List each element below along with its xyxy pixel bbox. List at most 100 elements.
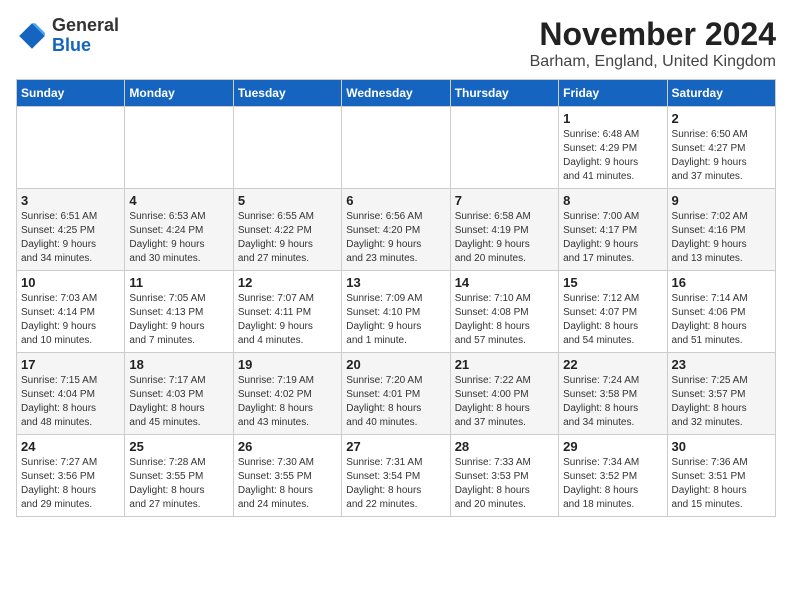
calendar-week-row: 1 Sunrise: 6:48 AM Sunset: 4:29 PM Daylig… — [17, 107, 776, 189]
day-number: 14 — [455, 275, 554, 290]
calendar-cell: 26 Sunrise: 7:30 AM Sunset: 3:55 PM Dayli… — [233, 435, 341, 517]
day-info: Sunrise: 6:48 AM Sunset: 4:29 PM Dayligh… — [563, 128, 662, 184]
day-info: Sunrise: 7:14 AM Sunset: 4:06 PM Dayligh… — [672, 292, 771, 348]
calendar-cell: 3 Sunrise: 6:51 AM Sunset: 4:25 PM Daylig… — [17, 189, 125, 271]
day-number: 29 — [563, 439, 662, 454]
day-number: 19 — [238, 357, 337, 372]
day-number: 10 — [21, 275, 120, 290]
weekday-header-saturday: Saturday — [667, 80, 775, 107]
day-info: Sunrise: 6:50 AM Sunset: 4:27 PM Dayligh… — [672, 128, 771, 184]
calendar-cell: 13Sunrise: 7:09 AM Sunset: 4:10 PM Dayli… — [342, 271, 450, 353]
calendar-cell: 27Sunrise: 7:31 AM Sunset: 3:54 PM Dayli… — [342, 435, 450, 517]
calendar-week-row: 24Sunrise: 7:27 AM Sunset: 3:56 PM Dayli… — [17, 435, 776, 517]
calendar-week-row: 3 Sunrise: 6:51 AM Sunset: 4:25 PM Daylig… — [17, 189, 776, 271]
day-info: Sunrise: 7:30 AM Sunset: 3:55 PM Dayligh… — [238, 456, 337, 512]
calendar-cell: 24Sunrise: 7:27 AM Sunset: 3:56 PM Dayli… — [17, 435, 125, 517]
day-info: Sunrise: 7:02 AM Sunset: 4:16 PM Dayligh… — [672, 210, 771, 266]
calendar-cell — [233, 107, 341, 189]
calendar-cell: 20 Sunrise: 7:20 AM Sunset: 4:01 PM Dayli… — [342, 353, 450, 435]
day-info: Sunrise: 7:17 AM Sunset: 4:03 PM Dayligh… — [129, 374, 228, 430]
calendar-table: SundayMondayTuesdayWednesdayThursdayFrid… — [16, 79, 776, 517]
day-info: Sunrise: 6:53 AM Sunset: 4:24 PM Dayligh… — [129, 210, 228, 266]
day-info: Sunrise: 7:34 AM Sunset: 3:52 PM Dayligh… — [563, 456, 662, 512]
day-number: 20 — [346, 357, 445, 372]
calendar-cell: 29 Sunrise: 7:34 AM Sunset: 3:52 PM Dayli… — [559, 435, 667, 517]
calendar-week-row: 10 Sunrise: 7:03 AM Sunset: 4:14 PM Dayli… — [17, 271, 776, 353]
calendar-cell: 1 Sunrise: 6:48 AM Sunset: 4:29 PM Daylig… — [559, 107, 667, 189]
weekday-header-friday: Friday — [559, 80, 667, 107]
calendar-cell: 21 Sunrise: 7:22 AM Sunset: 4:00 PM Dayli… — [450, 353, 558, 435]
calendar-cell: 17Sunrise: 7:15 AM Sunset: 4:04 PM Dayli… — [17, 353, 125, 435]
day-number: 18 — [129, 357, 228, 372]
day-number: 9 — [672, 193, 771, 208]
day-number: 27 — [346, 439, 445, 454]
calendar-cell — [17, 107, 125, 189]
day-number: 30 — [672, 439, 771, 454]
day-info: Sunrise: 7:00 AM Sunset: 4:17 PM Dayligh… — [563, 210, 662, 266]
day-info: Sunrise: 7:20 AM Sunset: 4:01 PM Dayligh… — [346, 374, 445, 430]
day-number: 15 — [563, 275, 662, 290]
weekday-header-monday: Monday — [125, 80, 233, 107]
calendar-cell: 16Sunrise: 7:14 AM Sunset: 4:06 PM Dayli… — [667, 271, 775, 353]
day-number: 25 — [129, 439, 228, 454]
day-info: Sunrise: 7:33 AM Sunset: 3:53 PM Dayligh… — [455, 456, 554, 512]
calendar-cell: 5 Sunrise: 6:55 AM Sunset: 4:22 PM Daylig… — [233, 189, 341, 271]
day-info: Sunrise: 7:10 AM Sunset: 4:08 PM Dayligh… — [455, 292, 554, 348]
day-info: Sunrise: 7:22 AM Sunset: 4:00 PM Dayligh… — [455, 374, 554, 430]
calendar-cell: 23 Sunrise: 7:25 AM Sunset: 3:57 PM Dayli… — [667, 353, 775, 435]
day-number: 17 — [21, 357, 120, 372]
logo-general: General — [52, 15, 119, 35]
calendar-cell — [450, 107, 558, 189]
day-info: Sunrise: 7:25 AM Sunset: 3:57 PM Dayligh… — [672, 374, 771, 430]
day-number: 2 — [672, 111, 771, 126]
calendar-week-row: 17Sunrise: 7:15 AM Sunset: 4:04 PM Dayli… — [17, 353, 776, 435]
day-number: 22 — [563, 357, 662, 372]
location-title: Barham, England, United Kingdom — [530, 53, 776, 71]
calendar-cell — [342, 107, 450, 189]
weekday-header-sunday: Sunday — [17, 80, 125, 107]
weekday-header-wednesday: Wednesday — [342, 80, 450, 107]
calendar-cell: 10 Sunrise: 7:03 AM Sunset: 4:14 PM Dayli… — [17, 271, 125, 353]
calendar-cell: 11 Sunrise: 7:05 AM Sunset: 4:13 PM Dayli… — [125, 271, 233, 353]
day-number: 4 — [129, 193, 228, 208]
calendar-cell: 19 Sunrise: 7:19 AM Sunset: 4:02 PM Dayli… — [233, 353, 341, 435]
weekday-header-row: SundayMondayTuesdayWednesdayThursdayFrid… — [17, 80, 776, 107]
day-info: Sunrise: 6:55 AM Sunset: 4:22 PM Dayligh… — [238, 210, 337, 266]
day-info: Sunrise: 6:51 AM Sunset: 4:25 PM Dayligh… — [21, 210, 120, 266]
calendar-cell: 4 Sunrise: 6:53 AM Sunset: 4:24 PM Daylig… — [125, 189, 233, 271]
calendar-cell: 9 Sunrise: 7:02 AM Sunset: 4:16 PM Daylig… — [667, 189, 775, 271]
logo: General Blue — [16, 16, 119, 56]
day-number: 3 — [21, 193, 120, 208]
day-number: 6 — [346, 193, 445, 208]
day-info: Sunrise: 7:27 AM Sunset: 3:56 PM Dayligh… — [21, 456, 120, 512]
day-info: Sunrise: 7:36 AM Sunset: 3:51 PM Dayligh… — [672, 456, 771, 512]
day-number: 28 — [455, 439, 554, 454]
day-info: Sunrise: 7:24 AM Sunset: 3:58 PM Dayligh… — [563, 374, 662, 430]
calendar-cell: 7Sunrise: 6:58 AM Sunset: 4:19 PM Daylig… — [450, 189, 558, 271]
day-number: 11 — [129, 275, 228, 290]
day-number: 13 — [346, 275, 445, 290]
day-number: 12 — [238, 275, 337, 290]
calendar-cell: 15 Sunrise: 7:12 AM Sunset: 4:07 PM Dayli… — [559, 271, 667, 353]
title-area: November 2024 Barham, England, United Ki… — [530, 16, 776, 71]
weekday-header-tuesday: Tuesday — [233, 80, 341, 107]
day-number: 5 — [238, 193, 337, 208]
day-info: Sunrise: 7:28 AM Sunset: 3:55 PM Dayligh… — [129, 456, 228, 512]
day-info: Sunrise: 7:03 AM Sunset: 4:14 PM Dayligh… — [21, 292, 120, 348]
day-info: Sunrise: 7:05 AM Sunset: 4:13 PM Dayligh… — [129, 292, 228, 348]
day-number: 1 — [563, 111, 662, 126]
day-number: 21 — [455, 357, 554, 372]
day-number: 23 — [672, 357, 771, 372]
day-info: Sunrise: 7:19 AM Sunset: 4:02 PM Dayligh… — [238, 374, 337, 430]
calendar-cell: 18 Sunrise: 7:17 AM Sunset: 4:03 PM Dayli… — [125, 353, 233, 435]
day-number: 7 — [455, 193, 554, 208]
day-info: Sunrise: 7:07 AM Sunset: 4:11 PM Dayligh… — [238, 292, 337, 348]
calendar-cell: 25 Sunrise: 7:28 AM Sunset: 3:55 PM Dayli… — [125, 435, 233, 517]
day-info: Sunrise: 7:12 AM Sunset: 4:07 PM Dayligh… — [563, 292, 662, 348]
calendar-cell: 30 Sunrise: 7:36 AM Sunset: 3:51 PM Dayli… — [667, 435, 775, 517]
day-number: 26 — [238, 439, 337, 454]
calendar-cell: 14 Sunrise: 7:10 AM Sunset: 4:08 PM Dayli… — [450, 271, 558, 353]
weekday-header-thursday: Thursday — [450, 80, 558, 107]
calendar-cell: 2 Sunrise: 6:50 AM Sunset: 4:27 PM Daylig… — [667, 107, 775, 189]
header-area: General Blue November 2024 Barham, Engla… — [16, 16, 776, 71]
